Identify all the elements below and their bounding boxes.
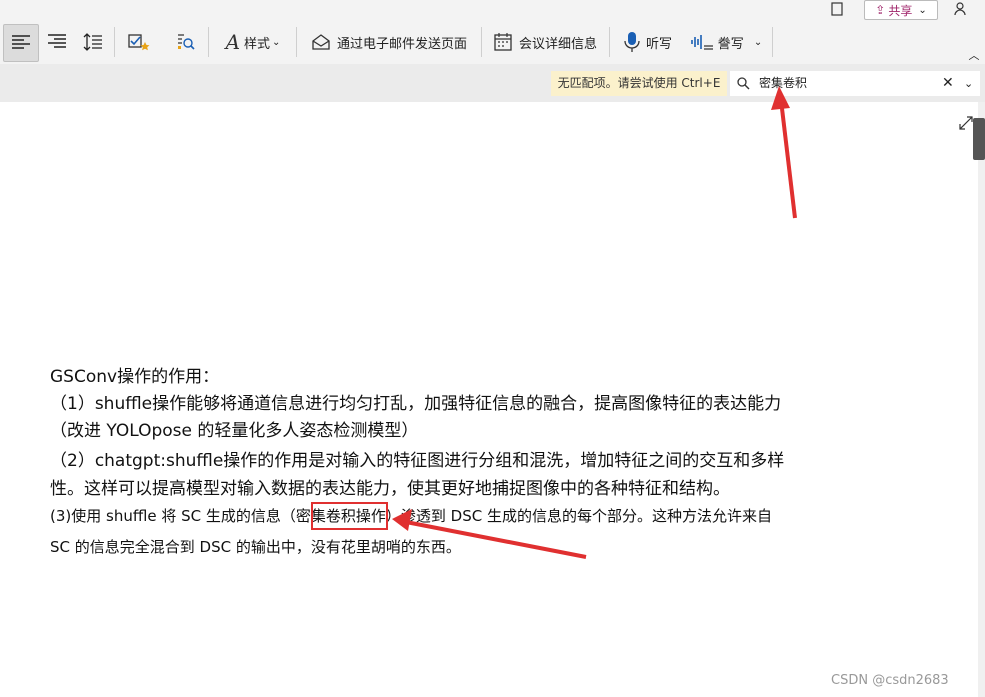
- notebook-icon[interactable]: [828, 1, 846, 17]
- toolbar-separator: [772, 27, 773, 57]
- align-left-icon: [12, 35, 30, 49]
- align-left-button[interactable]: [3, 24, 39, 62]
- no-match-message: 无匹配项。请尝试使用 Ctrl+E: [551, 71, 727, 96]
- toolbar-separator: [208, 27, 209, 57]
- search-field[interactable]: 密集卷积 ✕ ⌄: [730, 71, 980, 96]
- email-page-button[interactable]: 通过电子邮件发送页面: [304, 24, 474, 60]
- highlight-box: [311, 502, 388, 530]
- search-query[interactable]: 密集卷积: [759, 71, 807, 96]
- doc-line[interactable]: （改进 YOLOpose 的轻量化多人姿态检测模型）: [50, 416, 418, 441]
- share-button[interactable]: ⇪ 共享 ⌄: [864, 0, 938, 20]
- align-right-button[interactable]: [41, 24, 73, 60]
- email-icon: [312, 34, 330, 50]
- toolbar-separator: [114, 27, 115, 57]
- transcribe-label: 誊写: [717, 36, 744, 52]
- transcribe-icon: [690, 35, 713, 50]
- doc-line[interactable]: 性。这样可以提高模型对输入数据的表达能力，使其更好地捕捉图像中的各种特征和结构。: [50, 474, 730, 499]
- share-icon: ⇪: [875, 3, 886, 17]
- toolbar-separator: [296, 27, 297, 57]
- expand-icon[interactable]: [957, 114, 975, 132]
- styles-icon: A: [225, 30, 241, 54]
- person-icon[interactable]: [950, 0, 972, 18]
- meeting-details-button[interactable]: 会议详细信息: [488, 24, 602, 60]
- doc-line[interactable]: GSConv操作的作用：: [50, 362, 219, 387]
- find-tags-icon: [178, 34, 195, 50]
- dictate-button[interactable]: 听写: [618, 24, 678, 60]
- meeting-details-label: 会议详细信息: [518, 36, 597, 52]
- dictate-label: 听写: [645, 36, 672, 52]
- share-label: 共享: [888, 3, 913, 18]
- email-page-label: 通过电子邮件发送页面: [336, 36, 467, 52]
- line-spacing-icon: [83, 33, 102, 51]
- transcribe-button[interactable]: 誊写 ⌄: [686, 24, 766, 60]
- align-right-icon: [48, 34, 66, 48]
- chevron-down-icon: ⌄: [272, 36, 281, 48]
- toolbar-separator: [481, 27, 482, 57]
- vertical-scrollbar[interactable]: [978, 102, 985, 697]
- collapse-ribbon-button[interactable]: ︿: [966, 48, 982, 62]
- microphone-icon: [624, 32, 640, 52]
- calendar-icon: [494, 33, 512, 51]
- styles-label: 样式: [244, 36, 271, 52]
- doc-line[interactable]: (3)使用 shuffle 将 SC 生成的信息（密集卷积操作）渗透到 DSC …: [50, 505, 772, 526]
- toolbar-separator: [609, 27, 610, 57]
- doc-line[interactable]: （1）shuffle操作能够将通道信息进行均匀打乱，加强特征信息的融合，提高图像…: [50, 389, 781, 414]
- todo-tag-button[interactable]: [120, 24, 158, 60]
- search-options-chevron-icon[interactable]: ⌄: [964, 71, 973, 96]
- line-spacing-button[interactable]: [77, 24, 109, 60]
- watermark: CSDN @csdn2683: [831, 673, 949, 688]
- doc-line[interactable]: （2）chatgpt:shuffle操作的作用是对输入的特征图进行分组和混洗，增…: [50, 446, 784, 471]
- doc-line[interactable]: SC 的信息完全混合到 DSC 的输出中，没有花里胡哨的东西。: [50, 536, 461, 557]
- chevron-down-icon: ⌄: [753, 36, 763, 48]
- chevron-down-icon: ⌄: [918, 4, 927, 16]
- checkbox-star-icon: [128, 34, 150, 51]
- clear-search-icon[interactable]: ✕: [942, 71, 954, 96]
- title-strip: ⇪ 共享 ⌄: [0, 0, 985, 20]
- search-icon: [737, 71, 750, 96]
- styles-button[interactable]: A 样式 ⌄: [216, 24, 290, 60]
- chevron-up-icon: ︿: [968, 49, 980, 62]
- find-tags-button[interactable]: [170, 24, 202, 60]
